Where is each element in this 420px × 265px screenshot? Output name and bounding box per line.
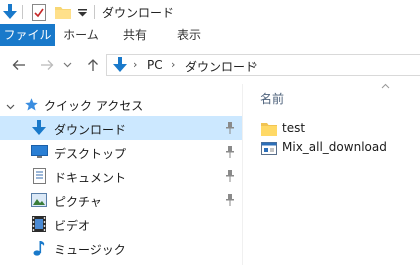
nav-label: ピクチャ [54, 195, 102, 209]
star-icon [22, 95, 40, 113]
download-icon [113, 57, 127, 76]
music-icon [30, 239, 48, 257]
up-arrow-icon[interactable] [84, 56, 102, 74]
file-name: Mix_all_download [282, 140, 387, 154]
desktop-icon [30, 143, 48, 161]
picture-icon [30, 191, 48, 209]
nav-label: ドキュメント [54, 171, 127, 185]
tab-home[interactable]: ホーム [58, 24, 104, 46]
pin-icon[interactable] [224, 193, 236, 207]
breadcrumb-pc[interactable]: PC [147, 58, 163, 72]
address-row: › PC › ダウンロード › [0, 46, 420, 84]
toolbar-separator [94, 5, 95, 19]
nav-pictures[interactable]: ピクチャ [0, 188, 242, 212]
tab-share[interactable]: 共有 [112, 24, 158, 46]
file-name: test [282, 121, 306, 135]
nav-music[interactable]: ミュージック [0, 236, 242, 260]
nav-documents[interactable]: ドキュメント [0, 164, 242, 188]
address-bar[interactable]: › PC › ダウンロード › [106, 54, 420, 76]
recent-locations-icon[interactable] [61, 56, 73, 74]
breadcrumb-downloads[interactable]: ダウンロード [185, 58, 257, 75]
download-icon [30, 119, 48, 137]
chevron-right-icon[interactable]: › [253, 58, 257, 71]
chevron-right-icon[interactable]: › [171, 58, 175, 71]
nav-label: ダウンロード [54, 123, 127, 137]
forward-arrow-icon[interactable] [38, 56, 56, 74]
video-icon [30, 215, 48, 233]
pin-icon[interactable] [224, 121, 236, 135]
sort-ascending-icon[interactable] [381, 82, 390, 92]
nav-label: ビデオ [54, 219, 91, 233]
document-icon [30, 167, 48, 185]
ribbon-tabs: ファイル ホーム 共有 表示 [0, 24, 420, 47]
file-list: 名前 test Mix_all_download [243, 82, 420, 265]
nav-downloads[interactable]: ダウンロード [0, 116, 242, 140]
list-item-mix-all-download[interactable]: Mix_all_download [243, 137, 420, 159]
download-arrow-icon[interactable] [2, 3, 18, 21]
toolbar-separator [22, 5, 23, 19]
pin-icon[interactable] [224, 169, 236, 183]
tab-file[interactable]: ファイル [0, 24, 55, 46]
window-title: ダウンロード [102, 6, 175, 20]
title-bar: ダウンロード [0, 0, 420, 24]
app-file-icon [260, 140, 278, 156]
chevron-right-icon[interactable]: › [133, 58, 137, 71]
nav-label: クイック アクセス [44, 99, 144, 113]
nav-label: ミュージック [54, 243, 126, 257]
nav-desktop[interactable]: デスクトップ [0, 140, 242, 164]
properties-icon[interactable] [30, 3, 48, 21]
nav-label: デスクトップ [54, 147, 127, 161]
pin-icon[interactable] [224, 145, 236, 159]
column-header-name[interactable]: 名前 [260, 90, 284, 107]
nav-quick-access[interactable]: クイック アクセス [0, 92, 242, 116]
chevron-down-icon[interactable] [6, 99, 15, 113]
back-arrow-icon[interactable] [10, 56, 28, 74]
folder-icon [260, 121, 278, 137]
tab-view[interactable]: 表示 [166, 24, 212, 46]
navigation-pane: クイック アクセス ダウンロード デスクトップ ドキュメント ピクチャ ビデオ … [0, 84, 242, 265]
customize-dropdown-icon[interactable] [76, 3, 88, 21]
folder-icon[interactable] [54, 3, 72, 21]
nav-videos[interactable]: ビデオ [0, 212, 242, 236]
